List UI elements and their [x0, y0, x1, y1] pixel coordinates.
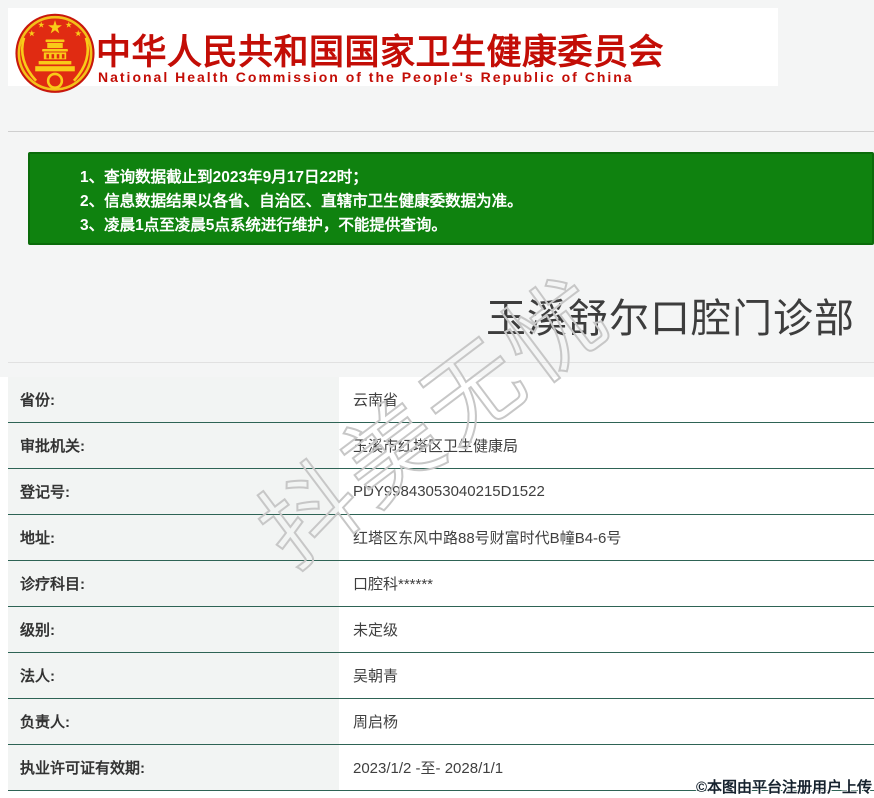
field-label: 负责人:: [8, 699, 339, 744]
field-label: 地址:: [8, 515, 339, 560]
table-row-medical-subjects: 诊疗科目: 口腔科******: [8, 561, 874, 607]
field-label: 省份:: [8, 377, 339, 422]
field-label: 执业许可证有效期:: [8, 745, 339, 790]
site-title-english: National Health Commission of the People…: [98, 69, 634, 85]
institution-detail-table: 省份: 云南省 审批机关: 玉溪市红塔区卫生健康局 登记号: PDY998430…: [8, 377, 874, 791]
table-row-level: 级别: 未定级: [8, 607, 874, 653]
field-value: 吴朝青: [353, 668, 399, 685]
field-value: 玉溪市红塔区卫生健康局: [353, 438, 519, 455]
field-label: 登记号:: [8, 469, 339, 514]
header-divider: [8, 131, 874, 132]
field-value: 云南省: [353, 392, 399, 409]
query-notice-banner: 1、查询数据截止到2023年9月17日22时； 2、信息数据结果以各省、自治区、…: [28, 152, 874, 245]
table-row-legal-person: 法人: 吴朝青: [8, 653, 874, 699]
field-label: 级别:: [8, 607, 339, 652]
field-label: 法人:: [8, 653, 339, 698]
institution-name-title: 玉溪舒尔口腔门诊部: [486, 297, 855, 341]
national-emblem-icon: [15, 13, 95, 93]
upload-copyright-note: ©本图由平台注册用户上传: [695, 779, 872, 796]
nhc-query-result-page: 中华人民共和国国家卫生健康委员会 National Health Commiss…: [0, 0, 874, 798]
field-value: PDY99843053040215D1522: [353, 483, 545, 500]
table-row-person-in-charge: 负责人: 周启杨: [8, 699, 874, 745]
field-value: 未定级: [353, 622, 399, 639]
site-title-chinese: 中华人民共和国国家卫生健康委员会: [96, 33, 665, 72]
table-row-registration-number: 登记号: PDY99843053040215D1522: [8, 469, 874, 515]
table-row-approval-authority: 审批机关: 玉溪市红塔区卫生健康局: [8, 423, 874, 469]
field-label: 诊疗科目:: [8, 561, 339, 606]
field-value: 红塔区东风中路88号财富时代B幢B4-6号: [353, 530, 622, 547]
title-section-divider: [8, 362, 874, 363]
table-row-province: 省份: 云南省: [8, 377, 874, 423]
field-label: 审批机关:: [8, 423, 339, 468]
notice-line-2: 2、信息数据结果以各省、自治区、直辖市卫生健康委数据为准。: [80, 193, 523, 210]
field-value: 周启杨: [353, 714, 399, 731]
table-row-address: 地址: 红塔区东风中路88号财富时代B幢B4-6号: [8, 515, 874, 561]
field-value: 口腔科******: [353, 576, 434, 593]
site-header: 中华人民共和国国家卫生健康委员会 National Health Commiss…: [8, 8, 778, 93]
notice-line-1: 1、查询数据截止到2023年9月17日22时；: [80, 169, 368, 186]
notice-line-3: 3、凌晨1点至凌晨5点系统进行维护，不能提供查询。: [80, 217, 447, 234]
